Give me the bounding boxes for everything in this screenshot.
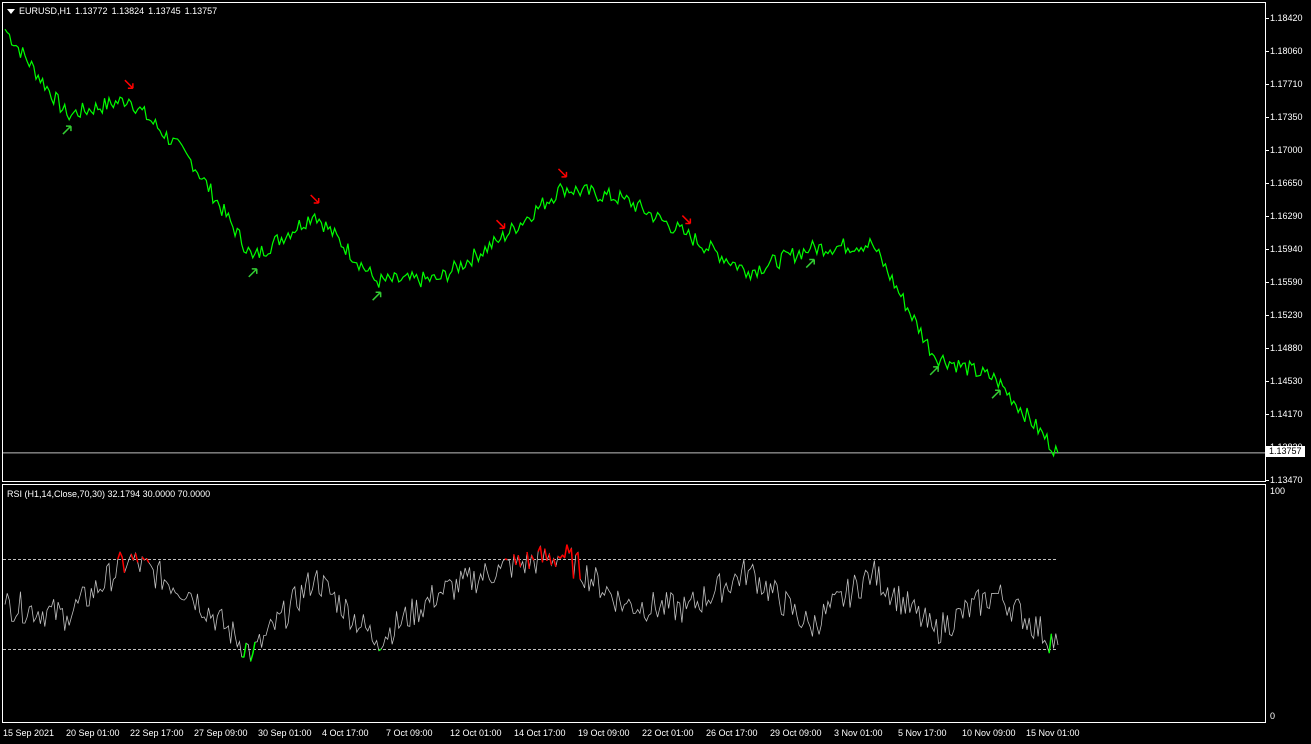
time-tick-label: 5 Nov 17:00 [898, 728, 947, 738]
sell-signal-arrow-icon [124, 79, 134, 89]
time-tick-label: 22 Oct 01:00 [642, 728, 694, 738]
time-tick-label: 14 Oct 17:00 [514, 728, 566, 738]
price-tick-label: 1.17350 [1265, 112, 1303, 122]
price-tick-label: 1.17710 [1265, 79, 1303, 89]
time-tick-label: 26 Oct 17:00 [706, 728, 758, 738]
price-tick-label: 1.14530 [1265, 376, 1303, 386]
price-tick-label: 1.13470 [1265, 475, 1303, 485]
sell-signal-arrow-icon [681, 215, 692, 225]
rsi-overbought-segment [563, 544, 568, 558]
rsi-oversold-segment [252, 642, 256, 655]
time-tick-label: 7 Oct 09:00 [386, 728, 433, 738]
rsi-oversold-segment [1048, 633, 1053, 654]
rsi-overbought-segment [130, 554, 135, 561]
rsi-overbought-segment [134, 553, 139, 563]
rsi-line [4, 544, 1059, 662]
price-line [4, 28, 1059, 458]
current-price-label: 1.13757 [1266, 446, 1305, 457]
price-tick-label: 1.15230 [1265, 310, 1303, 320]
rsi-overbought-segment [530, 554, 535, 561]
rsi-overbought-segment [504, 558, 508, 561]
buy-signal-arrow-icon [991, 389, 1001, 399]
sell-signal-arrow-icon [495, 219, 506, 229]
price-tick-label: 1.15940 [1265, 244, 1303, 254]
buy-signal-arrow-icon [929, 366, 939, 376]
price-tick-label: 1.14170 [1265, 409, 1303, 419]
rsi-min-label: 0 [1270, 711, 1276, 721]
buy-signal-arrow-icon [805, 258, 815, 269]
rsi-max-label: 100 [1270, 486, 1286, 496]
price-tick-label: 1.16290 [1265, 211, 1303, 221]
time-tick-label: 20 Sep 01:00 [66, 728, 120, 738]
time-tick-label: 15 Nov 01:00 [1026, 728, 1080, 738]
time-tick-label: 10 Nov 09:00 [962, 728, 1016, 738]
price-tick-label: 1.18060 [1265, 46, 1303, 56]
time-tick-label: 15 Sep 2021 [3, 728, 55, 738]
time-tick-label: 4 Oct 17:00 [322, 728, 369, 738]
time-tick-label: 19 Oct 09:00 [578, 728, 630, 738]
rsi-overbought-segment [119, 551, 123, 558]
buy-signal-arrow-icon [372, 291, 382, 301]
rsi-oversold-segment [249, 653, 254, 662]
time-tick-label: 12 Oct 01:00 [450, 728, 502, 738]
time-tick-label: 29 Oct 09:00 [770, 728, 822, 738]
price-tick-label: 1.15590 [1265, 277, 1303, 287]
sell-signal-arrow-icon [557, 168, 568, 178]
time-tick-label: 30 Sep 01:00 [258, 728, 312, 738]
rsi-oversold-segment [243, 643, 247, 658]
rsi-overbought-segment [570, 548, 575, 579]
buy-signal-arrow-icon [248, 268, 258, 278]
price-tick-label: 1.16650 [1265, 178, 1303, 188]
time-tick-label: 22 Sep 17:00 [130, 728, 184, 738]
time-tick-label: 27 Sep 09:00 [194, 728, 248, 738]
rsi-overbought-segment [577, 552, 581, 580]
price-tick-label: 1.17000 [1265, 145, 1303, 155]
rsi-overbought-segment [517, 555, 522, 567]
time-tick-label: 3 Nov 01:00 [834, 728, 883, 738]
rsi-overbought-segment [141, 556, 145, 561]
buy-signal-arrow-icon [62, 125, 72, 135]
price-tick-label: 1.18420 [1265, 13, 1303, 23]
sell-signal-arrow-icon [310, 194, 320, 204]
rsi-overbought-segment [566, 544, 570, 554]
rsi-overbought-segment [526, 551, 531, 569]
chart-canvas [3, 28, 1265, 662]
price-tick-label: 1.14880 [1265, 343, 1303, 353]
